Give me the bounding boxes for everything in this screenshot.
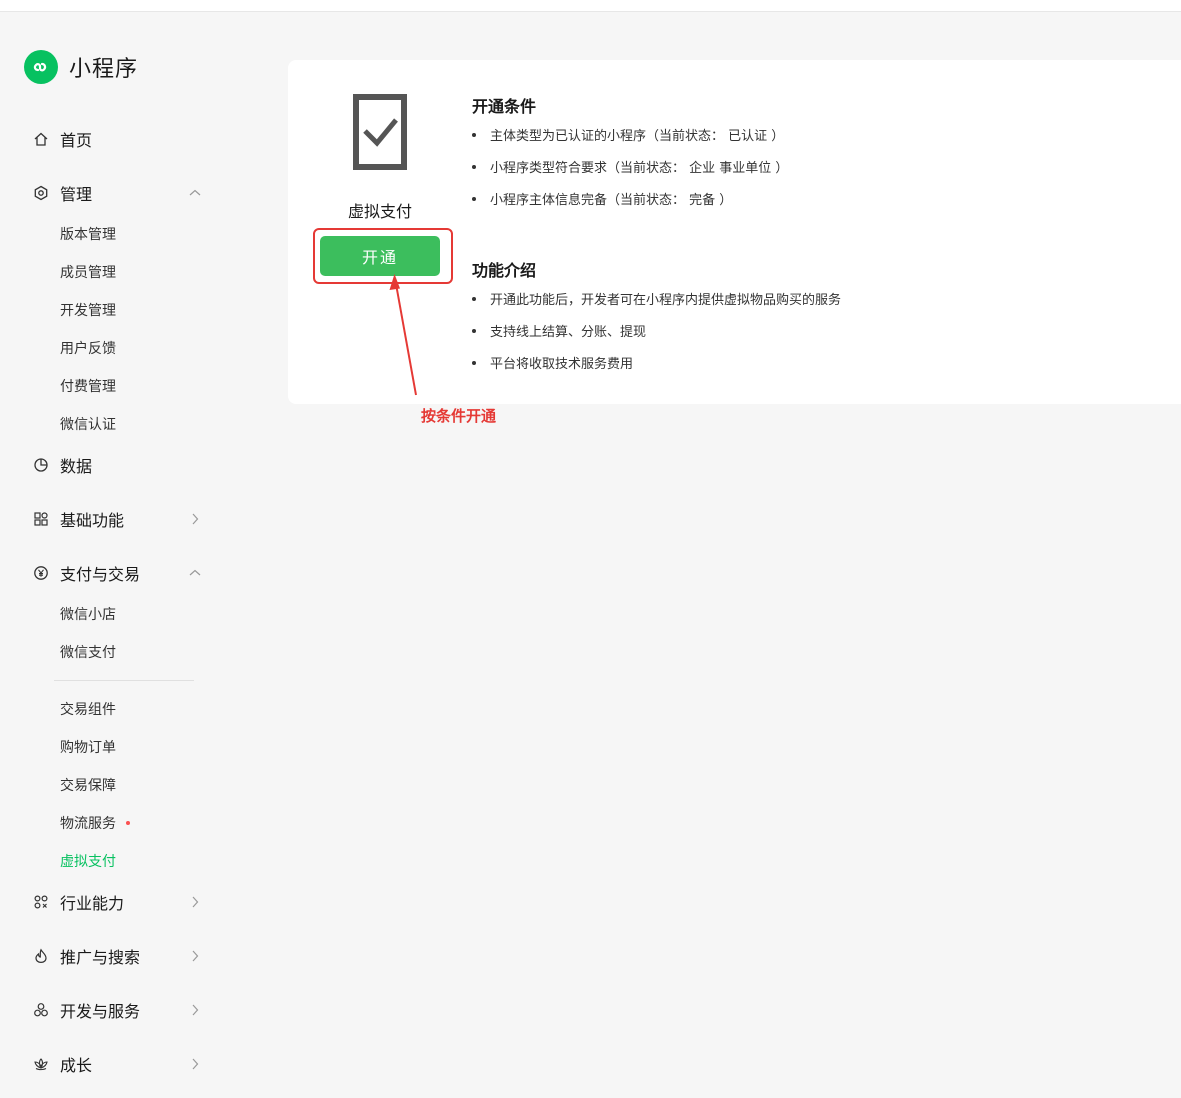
intro-text: 支持线上结算、分账、提现: [490, 325, 647, 340]
grid-apps-icon: [32, 510, 50, 528]
condition-text: 小程序类型符合要求（当前状态： 企业 事业单位 ）: [490, 161, 789, 176]
sidebar-subitem-label: 物流服务: [60, 816, 116, 832]
bullet-icon: [472, 328, 476, 333]
sidebar-subitem-trade-component[interactable]: 交易组件: [60, 699, 116, 719]
sidebar-item-label: 基础功能: [60, 511, 125, 530]
sidebar-item-label: 推广与搜索: [60, 948, 141, 967]
condition-item: 小程序类型符合要求（当前状态： 企业 事业单位 ）: [472, 157, 788, 176]
annotation-label: 按条件开通: [421, 407, 497, 425]
lotus-icon: [32, 1055, 50, 1073]
sidebar-subitem-dev[interactable]: 开发管理: [60, 300, 116, 320]
condition-text: 小程序主体信息完备（当前状态： 完备 ）: [490, 193, 733, 208]
miniprogram-logo-icon: [24, 50, 58, 84]
intro-item: 平台将收取技术服务费用: [472, 353, 633, 372]
intro-text: 平台将收取技术服务费用: [490, 357, 634, 372]
settings-hexagon-icon: [32, 184, 50, 202]
sidebar-item-data[interactable]: 数据: [32, 452, 204, 478]
yuan-coin-icon: [32, 564, 50, 582]
pie-chart-icon: [32, 456, 50, 474]
intro-title: 功能介绍: [472, 261, 537, 280]
sidebar-subitem-feedback[interactable]: 用户反馈: [60, 338, 116, 358]
flame-icon: [32, 947, 50, 965]
sidebar-item-manage[interactable]: 管理: [32, 180, 204, 206]
condition-item: 主体类型为已认证的小程序（当前状态： 已认证 ）: [472, 125, 784, 144]
industry-nodes-icon: [32, 893, 50, 911]
sidebar-subitem-billing[interactable]: 付费管理: [60, 376, 116, 396]
bullet-icon: [472, 132, 476, 137]
sidebar-item-label: 行业能力: [60, 894, 125, 913]
chevron-right-icon: [192, 1058, 199, 1070]
home-icon: [32, 130, 50, 148]
sidebar-subitem-wechat-pay[interactable]: 微信支付: [60, 642, 116, 662]
bullet-icon: [472, 296, 476, 301]
sidebar-subitem-version[interactable]: 版本管理: [60, 224, 116, 244]
top-bar: [0, 0, 1181, 12]
chevron-right-icon: [192, 513, 199, 525]
feature-title: 虚拟支付: [347, 202, 412, 221]
annotation-arrow-icon: [389, 274, 417, 396]
sidebar-item-growth[interactable]: 成长: [32, 1051, 204, 1077]
intro-text: 开通此功能后，开发者可在小程序内提供虚拟物品购买的服务: [490, 293, 842, 308]
sidebar-subitem-trade-guarantee[interactable]: 交易保障: [60, 775, 116, 795]
brand[interactable]: 小程序: [24, 50, 138, 84]
chevron-right-icon: [192, 1004, 199, 1016]
bullet-icon: [472, 164, 476, 169]
chevron-right-icon: [192, 896, 199, 908]
chevron-up-icon: [189, 189, 201, 196]
sidebar-subitem-logistics[interactable]: 物流服务: [60, 813, 130, 833]
bullet-icon: [472, 360, 476, 365]
bullet-icon: [472, 196, 476, 201]
sidebar-subitem-wechat-shop[interactable]: 微信小店: [60, 604, 116, 624]
sidebar-item-label: 首页: [60, 131, 93, 150]
sidebar-subitem-members[interactable]: 成员管理: [60, 262, 116, 282]
sidebar-item-industry[interactable]: 行业能力: [32, 889, 204, 915]
condition-item: 小程序主体信息完备（当前状态： 完备 ）: [472, 189, 732, 208]
sidebar: [0, 12, 230, 1098]
chevron-right-icon: [192, 950, 199, 962]
sidebar-subitem-virtual-pay[interactable]: 虚拟支付: [60, 851, 116, 871]
sidebar-item-label: 开发与服务: [60, 1002, 141, 1021]
checkbox-doc-icon: [353, 94, 407, 170]
sidebar-item-label: 数据: [60, 457, 93, 476]
intro-item: 支持线上结算、分账、提现: [472, 321, 646, 340]
conditions-title: 开通条件: [472, 97, 537, 116]
sidebar-item-label: 支付与交易: [60, 565, 141, 584]
sidebar-subitem-orders[interactable]: 购物订单: [60, 737, 116, 757]
sidebar-item-label: 管理: [60, 185, 93, 204]
cluster-icon: [32, 1001, 50, 1019]
sidebar-item-pay[interactable]: 支付与交易: [32, 560, 204, 586]
sidebar-subitem-wechat-verify[interactable]: 微信认证: [60, 414, 116, 434]
sidebar-item-basic[interactable]: 基础功能: [32, 506, 204, 532]
sidebar-divider: [54, 680, 194, 681]
sidebar-item-home[interactable]: 首页: [32, 126, 204, 152]
sidebar-item-label: 成长: [60, 1056, 93, 1075]
intro-item: 开通此功能后，开发者可在小程序内提供虚拟物品购买的服务: [472, 289, 841, 308]
condition-text: 主体类型为已认证的小程序（当前状态： 已认证 ）: [490, 129, 785, 144]
chevron-up-icon: [189, 569, 201, 576]
sidebar-item-promote[interactable]: 推广与搜索: [32, 943, 204, 969]
notification-dot: [126, 821, 130, 825]
brand-name: 小程序: [69, 57, 139, 82]
sidebar-item-devservice[interactable]: 开发与服务: [32, 997, 204, 1023]
